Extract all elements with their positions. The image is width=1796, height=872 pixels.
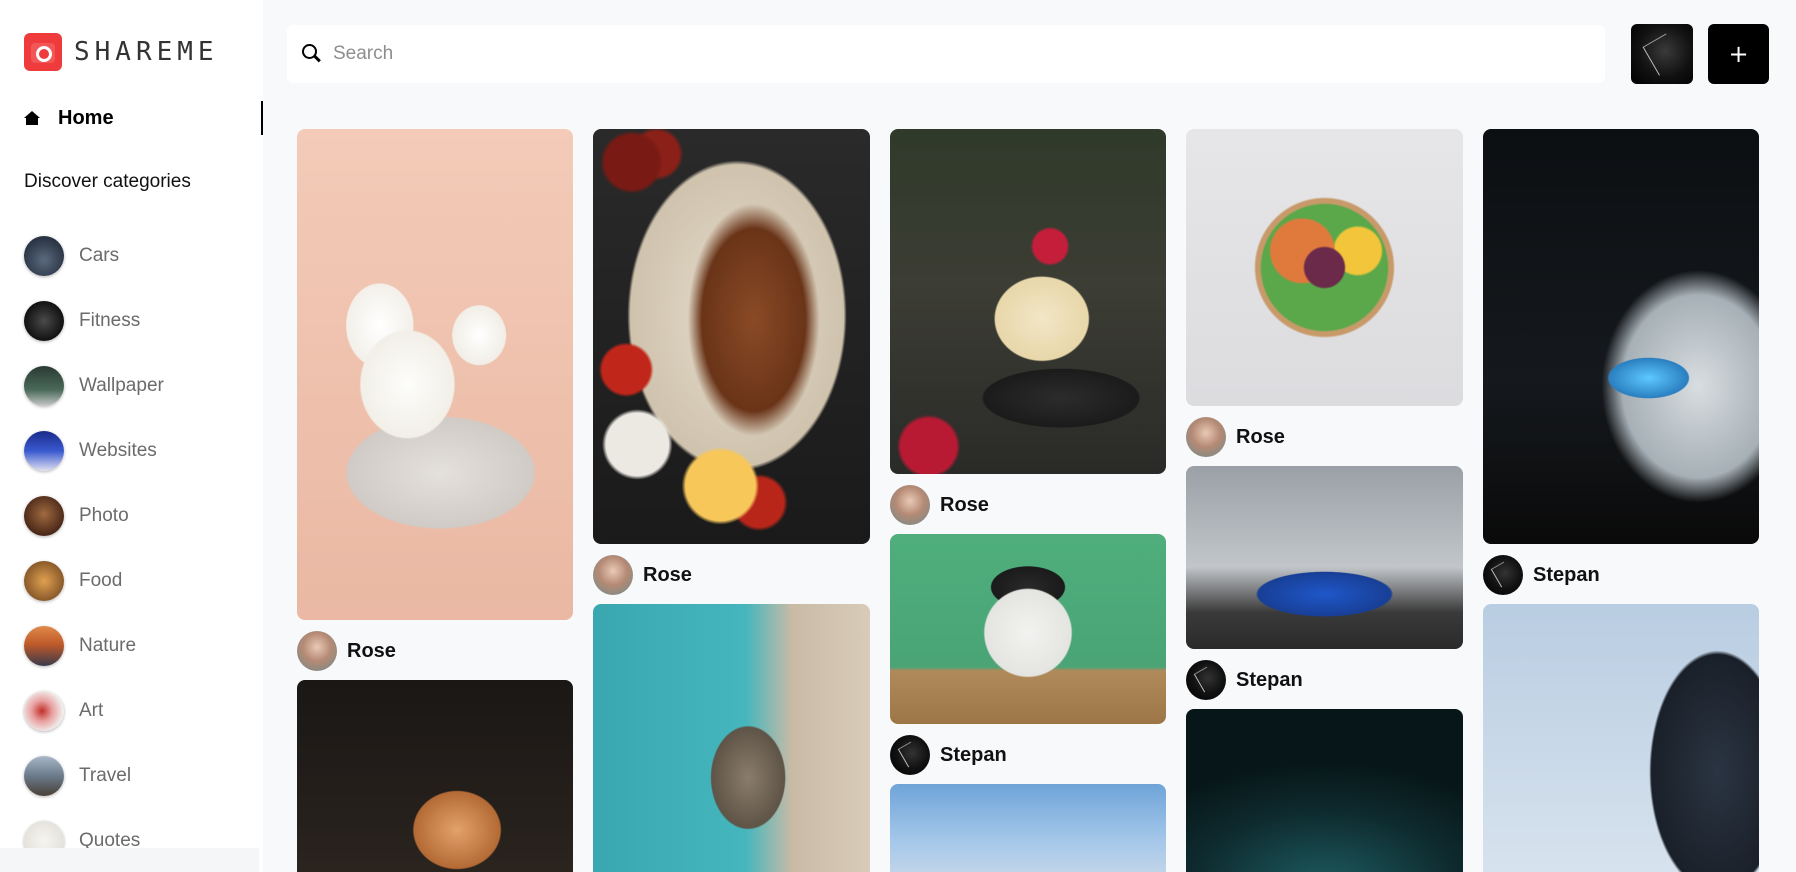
pin-image[interactable] <box>1483 604 1759 872</box>
add-pin-button[interactable]: + <box>1708 24 1769 84</box>
pin-image[interactable] <box>890 129 1166 474</box>
avatar <box>593 555 633 595</box>
camera-icon <box>24 33 62 71</box>
category-thumbnail <box>24 690 64 731</box>
home-icon <box>24 111 40 125</box>
pin-card[interactable]: Rose <box>890 129 1166 525</box>
pin-author[interactable]: Stepan <box>1483 555 1759 595</box>
sidebar-item-cars[interactable]: Cars <box>24 223 164 288</box>
sidebar-item-fitness[interactable]: Fitness <box>24 288 164 353</box>
avatar <box>1186 417 1226 457</box>
avatar <box>1186 660 1226 700</box>
category-thumbnail <box>24 430 64 471</box>
sidebar-item-home[interactable]: Home <box>24 101 263 135</box>
search-input[interactable] <box>333 43 1533 65</box>
pin-card[interactable]: Stepan <box>890 534 1166 775</box>
sidebar-item-art[interactable]: Art <box>24 678 164 743</box>
pin-image[interactable] <box>297 129 573 620</box>
author-name: Rose <box>940 493 989 516</box>
sidebar-item-wallpaper[interactable]: Wallpaper <box>24 353 164 418</box>
avatar <box>890 485 930 525</box>
pin-card[interactable] <box>593 604 870 872</box>
sidebar-item-label: Home <box>58 106 114 129</box>
sidebar-item-photo[interactable]: Photo <box>24 483 164 548</box>
sidebar-item-nature[interactable]: Nature <box>24 613 164 678</box>
sidebar-item-label: Fitness <box>79 309 141 331</box>
sidebar-item-label: Nature <box>79 634 137 656</box>
pin-card[interactable]: Rose <box>1186 129 1463 457</box>
sidebar-footer <box>0 848 259 872</box>
category-thumbnail <box>24 625 64 666</box>
author-name: Rose <box>1236 425 1285 448</box>
category-thumbnail <box>24 235 64 276</box>
category-thumbnail <box>24 755 64 796</box>
sidebar-item-label: Photo <box>79 504 129 526</box>
avatar <box>1483 555 1523 595</box>
category-thumbnail <box>24 560 64 601</box>
sidebar-item-label: Food <box>79 569 123 591</box>
pin-card[interactable]: Stepan <box>1483 129 1759 595</box>
author-name: Stepan <box>940 743 1007 766</box>
pin-card[interactable]: Stepan <box>1186 466 1463 700</box>
pin-author[interactable]: Rose <box>593 555 870 595</box>
pin-author[interactable]: Stepan <box>1186 660 1463 700</box>
sidebar: SHAREME Home Discover categories Cars Fi… <box>0 0 263 872</box>
pin-image[interactable] <box>593 129 870 544</box>
author-name: Rose <box>643 563 692 586</box>
pin-card[interactable] <box>890 784 1166 872</box>
pin-card[interactable] <box>1483 604 1759 872</box>
sidebar-item-label: Travel <box>79 764 132 786</box>
category-thumbnail <box>24 365 64 406</box>
pin-author[interactable]: Rose <box>890 485 1166 525</box>
pin-card[interactable] <box>297 680 573 872</box>
logo-text: SHAREME <box>74 37 219 67</box>
pin-image[interactable] <box>1186 709 1463 872</box>
pin-image[interactable] <box>1186 129 1463 406</box>
pin-author[interactable]: Rose <box>1186 417 1463 457</box>
pin-image[interactable] <box>1483 129 1759 544</box>
pin-card[interactable]: Rose <box>593 129 870 595</box>
author-name: Stepan <box>1533 563 1600 586</box>
pin-card[interactable] <box>1186 709 1463 872</box>
discover-categories-heading: Discover categories <box>24 171 191 192</box>
sidebar-item-label: Wallpaper <box>79 374 164 396</box>
author-name: Rose <box>347 639 396 662</box>
avatar <box>297 631 337 671</box>
pin-author[interactable]: Stepan <box>890 735 1166 775</box>
pin-image[interactable] <box>297 680 573 872</box>
author-name: Stepan <box>1236 668 1303 691</box>
pin-image[interactable] <box>593 604 870 872</box>
pin-image[interactable] <box>890 534 1166 724</box>
sidebar-item-websites[interactable]: Websites <box>24 418 164 483</box>
sidebar-item-travel[interactable]: Travel <box>24 743 164 808</box>
logo[interactable]: SHAREME <box>24 33 219 71</box>
pin-image[interactable] <box>1186 466 1463 649</box>
category-list: Cars Fitness Wallpaper Websites Photo Fo… <box>24 223 164 872</box>
sidebar-item-label: Art <box>79 699 104 721</box>
pin-image[interactable] <box>890 784 1166 872</box>
avatar <box>890 735 930 775</box>
category-thumbnail <box>24 300 64 341</box>
sidebar-item-label: Cars <box>79 244 120 266</box>
sidebar-item-label: Websites <box>79 439 157 461</box>
sidebar-item-food[interactable]: Food <box>24 548 164 613</box>
search-bar[interactable] <box>287 25 1605 83</box>
category-thumbnail <box>24 495 64 536</box>
pin-author[interactable]: Rose <box>297 631 573 671</box>
search-icon <box>301 43 323 65</box>
pin-card[interactable]: Rose <box>297 129 573 671</box>
user-avatar[interactable] <box>1631 24 1693 84</box>
